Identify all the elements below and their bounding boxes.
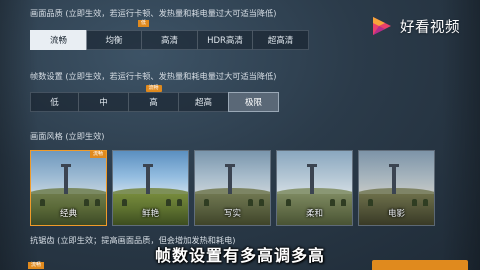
style-section-label: 画面风格 (立即生效)	[30, 131, 105, 141]
style-option-label: 经典	[59, 209, 77, 219]
quality-option-smooth[interactable]: 流畅	[30, 30, 87, 50]
framerate-option-extreme[interactable]: 极限	[228, 92, 279, 112]
watermark-logo: 好看视频	[370, 14, 460, 38]
quality-selector: 流畅 均衡 高清 HDR高清 超高清	[30, 30, 309, 50]
framerate-option-medium[interactable]: 中	[78, 92, 129, 112]
framerate-option-ultra[interactable]: 超高	[178, 92, 229, 112]
style-option-label: 电影	[387, 209, 405, 219]
framerate-option-label: 中	[99, 98, 108, 108]
quality-option-hdr[interactable]: HDR高清	[197, 30, 253, 50]
framerate-selector: 低 中 流畅高 超高 极限	[30, 85, 279, 112]
style-option-classic[interactable]: 流畅 经典	[30, 150, 107, 226]
framerate-option-high[interactable]: 流畅高	[128, 85, 179, 112]
quality-option-label: 超高清	[267, 36, 294, 46]
quality-option-uhd[interactable]: 超高清	[252, 30, 309, 50]
quality-option-label: 流畅	[49, 36, 67, 46]
style-option-vivid[interactable]: 鲜艳	[112, 150, 189, 226]
video-subtitle: 帧数设置有多高调多高	[154, 246, 325, 265]
framerate-option-low[interactable]: 低	[30, 92, 79, 112]
framerate-option-label: 超高	[194, 98, 212, 108]
framerate-option-label: 极限	[244, 98, 262, 108]
style-recommend-tag: 流畅	[89, 151, 106, 158]
quality-section-label: 画面品质 (立即生效，若运行卡顿、发热量和耗电量过大可适当降低)	[30, 8, 277, 18]
quality-option-label: HDR高清	[207, 36, 243, 46]
framerate-option-label: 高	[149, 98, 158, 108]
watermark-text: 好看视频	[400, 19, 460, 36]
style-selector: 流畅 经典 鲜艳 写实 柔和 电影	[30, 150, 435, 226]
style-option-label: 写实	[223, 209, 241, 219]
style-option-realistic[interactable]: 写实	[194, 150, 271, 226]
play-logo-icon	[370, 14, 394, 38]
style-option-soft[interactable]: 柔和	[276, 150, 353, 226]
framerate-option-label: 低	[50, 98, 59, 108]
framerate-section-label: 帧数设置 (立即生效，若运行卡顿、发热量和耗电量过大可适当降低)	[30, 71, 277, 81]
quality-option-label: 均衡	[105, 36, 123, 46]
framerate-recommend-tag: 流畅	[145, 85, 162, 92]
style-option-label: 柔和	[305, 209, 323, 219]
quality-option-balanced[interactable]: 均衡	[86, 30, 142, 50]
quality-option-label: 高清	[160, 36, 178, 46]
style-option-cinematic[interactable]: 电影	[358, 150, 435, 226]
style-option-label: 鲜艳	[141, 209, 159, 219]
quality-option-hd[interactable]: 高清	[141, 30, 198, 50]
quality-recommend-tag: 低	[138, 20, 150, 27]
